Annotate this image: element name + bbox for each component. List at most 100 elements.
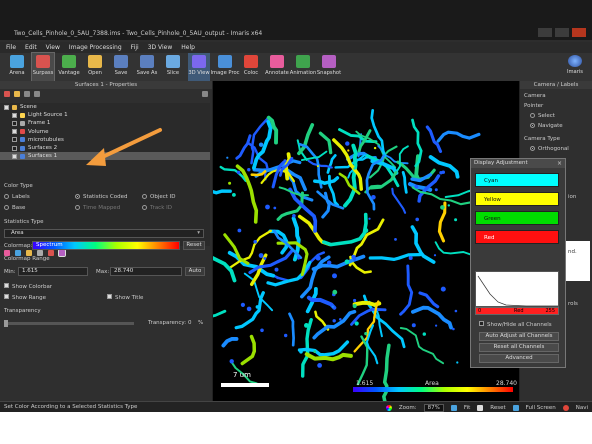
- visibility-checkbox[interactable]: [12, 137, 17, 143]
- minimize-button[interactable]: [538, 28, 552, 37]
- channel-green[interactable]: Green: [475, 211, 559, 225]
- visibility-checkbox[interactable]: [12, 145, 17, 151]
- color-wheel-icon[interactable]: [385, 405, 392, 411]
- fit-button[interactable]: Fit: [464, 405, 470, 411]
- toolbar-label: Save: [114, 70, 128, 76]
- settings-icon[interactable]: [202, 91, 208, 97]
- particle: [258, 253, 264, 258]
- radio-statistics-coded[interactable]: Statistics Coded: [75, 194, 127, 200]
- radio-dot[interactable]: [530, 123, 535, 128]
- checkbox[interactable]: [4, 294, 9, 299]
- radio-base[interactable]: Base: [4, 205, 25, 211]
- radio-select[interactable]: Select: [530, 113, 555, 119]
- tree-item-frame-1[interactable]: Frame 1: [0, 119, 210, 127]
- add-icon[interactable]: [4, 91, 10, 97]
- particle: [273, 206, 277, 210]
- channel-red[interactable]: Red: [475, 230, 559, 244]
- toolbar-save-button[interactable]: Save: [110, 53, 132, 81]
- delete-icon[interactable]: [34, 91, 40, 97]
- toolbar-snapshot-button[interactable]: Snapshot: [317, 53, 341, 81]
- radio-orthogonal[interactable]: Orthogonal: [530, 146, 569, 152]
- show-title-checkbox[interactable]: Show Title: [107, 294, 143, 301]
- radio-dot[interactable]: [75, 194, 80, 199]
- slider-knob[interactable]: [4, 320, 8, 327]
- histogram[interactable]: [475, 271, 559, 307]
- radio-object-id[interactable]: Object ID: [142, 194, 176, 200]
- color-type-label: Color Type: [4, 183, 33, 189]
- advanced-button[interactable]: Advanced: [479, 354, 559, 363]
- channel-cyan[interactable]: Cyan: [475, 173, 559, 187]
- reset-button[interactable]: Reset: [490, 405, 505, 411]
- radio-dot[interactable]: [530, 146, 535, 151]
- toolbar-save-as-button[interactable]: Save As: [136, 53, 158, 81]
- toolbar-surpass-button[interactable]: Surpass: [31, 52, 55, 82]
- radio-dot[interactable]: [4, 194, 9, 199]
- toolbar-open-button[interactable]: Open: [84, 53, 106, 81]
- checkbox[interactable]: [107, 294, 112, 299]
- visibility-checkbox[interactable]: [12, 112, 17, 118]
- radio-labels[interactable]: Labels: [4, 194, 30, 200]
- toolbar-coloc-button[interactable]: Coloc: [240, 53, 262, 81]
- navi-button[interactable]: Navi: [576, 405, 588, 411]
- channel-range-bar[interactable]: 0 Red 255: [475, 307, 559, 315]
- tree-item-volume[interactable]: Volume: [0, 128, 210, 136]
- zoom-value[interactable]: 87%: [423, 404, 444, 412]
- auto-button[interactable]: Auto: [185, 267, 205, 276]
- toolbar-annotate-button[interactable]: Annotate: [265, 53, 289, 81]
- colormap-reset-button[interactable]: Reset: [183, 241, 205, 250]
- folder-icon[interactable]: [14, 91, 20, 97]
- menu-file[interactable]: File: [6, 42, 16, 53]
- tree-item-light-source-1[interactable]: Light Source 1: [0, 111, 210, 119]
- toolbar-image-proc-button[interactable]: Image Proc: [211, 53, 240, 81]
- radio-dot[interactable]: [530, 113, 535, 118]
- min-label: Min:: [4, 269, 16, 275]
- channel-yellow[interactable]: Yellow: [475, 192, 559, 206]
- visibility-checkbox[interactable]: [12, 129, 17, 135]
- show-colorbar-checkbox[interactable]: Show Colorbar: [4, 283, 52, 290]
- color-tab-icon[interactable]: [58, 249, 66, 257]
- max-field[interactable]: 28.740: [110, 267, 182, 276]
- toolbar-animation-button[interactable]: Animation: [290, 53, 316, 81]
- transparency-value[interactable]: 0: [188, 320, 192, 326]
- checkbox[interactable]: [479, 321, 484, 326]
- colormap-selector[interactable]: Spectrum: [32, 241, 180, 250]
- reset-channels-button[interactable]: Reset all Channels: [479, 343, 559, 352]
- menu-edit[interactable]: Edit: [25, 42, 37, 53]
- close-icon[interactable]: ×: [557, 160, 562, 167]
- particle: [422, 332, 426, 336]
- particle: [371, 195, 376, 200]
- toolbar-slice-button[interactable]: Slice: [162, 53, 184, 81]
- toolbar-vantage-button[interactable]: Vantage: [58, 53, 80, 81]
- auto-adjust-button[interactable]: Auto Adjust all Channels: [479, 332, 559, 341]
- filament: [352, 300, 382, 307]
- tree-item-scene[interactable]: Scene: [0, 103, 210, 111]
- transparency-slider[interactable]: [4, 320, 134, 327]
- statistics-dropdown[interactable]: Area ▾: [4, 229, 204, 238]
- show-hide-checkbox[interactable]: Show/Hide all Channels: [479, 321, 552, 328]
- tree-item-microtubules[interactable]: microtubules: [0, 136, 210, 144]
- radio-dot[interactable]: [142, 194, 147, 199]
- visibility-checkbox[interactable]: [12, 120, 17, 126]
- show-range-text: Show Range: [12, 295, 47, 301]
- visibility-checkbox[interactable]: [4, 104, 9, 110]
- show-range-checkbox[interactable]: Show Range: [4, 294, 46, 301]
- min-field[interactable]: 1.615: [18, 267, 88, 276]
- histogram-curve: [477, 275, 558, 307]
- close-button[interactable]: [572, 28, 586, 37]
- fullscreen-button[interactable]: Full Screen: [526, 405, 556, 411]
- menu-3d-view[interactable]: 3D View: [148, 42, 173, 53]
- menu-view[interactable]: View: [46, 42, 60, 53]
- visibility-checkbox[interactable]: [12, 153, 17, 159]
- tree-item-surfaces-1[interactable]: Surfaces 1: [0, 152, 210, 161]
- radio-dot[interactable]: [4, 205, 9, 210]
- checkbox[interactable]: [4, 283, 9, 288]
- toolbar-arena-button[interactable]: Arena: [6, 53, 28, 81]
- toolbar-3d-view-button[interactable]: 3D View: [188, 53, 210, 81]
- menu-image-processing[interactable]: Image Processing: [69, 42, 122, 53]
- menu-help[interactable]: Help: [181, 42, 195, 53]
- tree-item-surfaces-2[interactable]: Surfaces 2: [0, 144, 210, 152]
- menu-fiji[interactable]: Fiji: [131, 42, 139, 53]
- copy-icon[interactable]: [24, 91, 30, 97]
- maximize-button[interactable]: [555, 28, 569, 37]
- radio-navigate[interactable]: Navigate: [530, 123, 563, 129]
